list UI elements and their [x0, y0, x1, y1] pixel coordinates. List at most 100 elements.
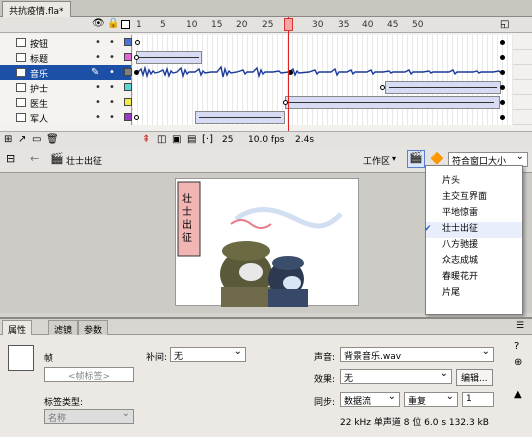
accessibility-icon[interactable]: ⊕	[514, 357, 522, 368]
panel-menu-icon[interactable]: ☰	[516, 321, 524, 331]
keyframe[interactable]	[380, 85, 385, 90]
scene-menu-label: 八方驰援	[442, 240, 479, 250]
visibility-dot[interactable]: •	[95, 97, 101, 108]
scene-menu-label: 春暖花开	[442, 272, 479, 282]
playhead-handle[interactable]	[284, 18, 293, 31]
lock-dot[interactable]: •	[109, 82, 115, 93]
layer-name-cell[interactable]: 按钮 • •	[0, 35, 132, 50]
sound-waveform	[137, 65, 506, 79]
timeline-options-icon[interactable]: ◱	[500, 19, 509, 30]
sound-value: 背景音乐.wav	[344, 352, 402, 362]
visibility-dot[interactable]: •	[95, 52, 101, 63]
layer-row[interactable]: 医生 • •	[0, 95, 532, 110]
keyframe[interactable]	[500, 115, 505, 120]
repeat-count-input[interactable]: 1	[462, 392, 494, 407]
edit-sound-button[interactable]: 编辑...	[456, 369, 493, 386]
visibility-dot[interactable]: •	[95, 112, 101, 123]
add-layer-icon[interactable]: ⊞	[4, 134, 12, 145]
tab-properties[interactable]: 属性	[2, 320, 33, 336]
layer-name-cell[interactable]: 护士 • •	[0, 80, 132, 95]
frames-track[interactable]	[133, 50, 513, 65]
lock-dot[interactable]: •	[109, 112, 115, 123]
keyframe[interactable]	[500, 40, 505, 45]
lock-dot[interactable]: •	[109, 67, 115, 78]
scene-menu-item[interactable]: 八方驰援	[426, 238, 522, 254]
center-frame-icon[interactable]: ⇞	[142, 134, 150, 145]
frames-track[interactable]	[133, 80, 513, 95]
stage-canvas[interactable]: 壮士出征	[175, 178, 359, 307]
keyframe[interactable]	[134, 55, 139, 60]
lock-dot[interactable]: •	[109, 52, 115, 63]
effect-select[interactable]: 无	[340, 368, 452, 384]
layer-row[interactable]: 护士 • •	[0, 80, 532, 95]
lock-dot[interactable]: •	[109, 97, 115, 108]
keyframe[interactable]	[500, 55, 505, 60]
scene-menu-item[interactable]: 片头	[426, 174, 522, 190]
frames-track[interactable]	[133, 95, 513, 110]
collapse-icon[interactable]: ▲	[514, 389, 522, 400]
scene-menu-item[interactable]: 平地惊雷	[426, 206, 522, 222]
layer-row[interactable]: 按钮 • •	[0, 35, 532, 50]
onion-markers-icon[interactable]: [·]	[202, 134, 213, 145]
label-type-select[interactable]: 名称	[44, 408, 134, 424]
layer-icon	[16, 68, 26, 77]
layer-color-swatch[interactable]	[124, 113, 132, 121]
repeat-select[interactable]: 重复	[404, 391, 458, 407]
layer-color-swatch[interactable]	[124, 68, 132, 76]
tab-parameters[interactable]: 参数	[78, 320, 109, 336]
frames-track[interactable]	[133, 110, 513, 125]
delete-layer-icon[interactable]: 🗑	[46, 134, 59, 145]
keyframe[interactable]	[135, 40, 140, 45]
timeline-toggle-icon[interactable]: ⊟	[6, 152, 15, 165]
layer-color-swatch[interactable]	[124, 83, 132, 91]
frames-track[interactable]	[133, 65, 513, 80]
scene-menu-item[interactable]: 主交互界面	[426, 190, 522, 206]
lock-icon[interactable]: 🔒	[107, 18, 119, 29]
keyframe[interactable]	[500, 85, 505, 90]
layer-name-cell[interactable]: 标题 • •	[0, 50, 132, 65]
workspace-dropdown-arrow[interactable]: ▾	[392, 154, 396, 163]
layer-name-cell[interactable]: 军人 • •	[0, 110, 132, 125]
layer-row-selected[interactable]: 音乐 ✎ •	[0, 65, 532, 80]
frame-rate[interactable]: 10.0 fps	[248, 135, 284, 145]
workspace-button[interactable]: 工作区	[363, 154, 390, 167]
visibility-dot[interactable]: •	[95, 37, 101, 48]
onion-skin-icon[interactable]: ◫	[157, 134, 166, 145]
layer-name-cell[interactable]: 医生 • •	[0, 95, 132, 110]
document-tab[interactable]: 共抗疫情.fla*	[2, 1, 71, 17]
help-icon[interactable]: ?	[514, 341, 519, 352]
lock-dot[interactable]: •	[109, 37, 115, 48]
onion-outline-icon[interactable]: ▣	[172, 134, 181, 145]
scene-menu-item[interactable]: 春暖花开	[426, 270, 522, 286]
keyframe[interactable]	[500, 70, 505, 75]
layer-row[interactable]: 军人 • •	[0, 110, 532, 125]
scene-menu-item[interactable]: 众志成城	[426, 254, 522, 270]
add-folder-icon[interactable]: ▭	[32, 134, 41, 145]
scene-menu-item-checked[interactable]: ✔ 壮士出征	[424, 222, 522, 238]
edit-multiple-icon[interactable]: ▤	[187, 134, 196, 145]
eye-icon[interactable]: 👁	[92, 18, 105, 29]
edit-symbols-icon[interactable]: 🔶	[430, 152, 444, 165]
tab-label: 参数	[84, 326, 103, 336]
layer-color-swatch[interactable]	[124, 53, 132, 61]
outline-icon[interactable]	[121, 20, 130, 29]
tab-filters[interactable]: 滤镜	[48, 320, 79, 336]
keyframe[interactable]	[500, 100, 505, 105]
sound-select[interactable]: 背景音乐.wav	[340, 346, 494, 362]
keyframe[interactable]	[134, 115, 139, 120]
playhead-line[interactable]	[288, 17, 289, 142]
visibility-dot[interactable]: •	[95, 82, 101, 93]
tween-select[interactable]: 无	[170, 346, 246, 362]
layer-name-cell[interactable]: 音乐 ✎ •	[0, 65, 132, 80]
add-guide-icon[interactable]: ↗	[18, 134, 26, 145]
keyframe[interactable]	[134, 70, 139, 75]
layer-color-swatch[interactable]	[124, 38, 132, 46]
frame-label-input[interactable]: <帧标签>	[44, 367, 134, 382]
sync-select[interactable]: 数据流	[340, 391, 400, 407]
layer-color-swatch[interactable]	[124, 98, 132, 106]
edit-scene-icon[interactable]: 🎬	[407, 150, 425, 168]
frames-track[interactable]	[133, 35, 513, 50]
layer-row[interactable]: 标题 • •	[0, 50, 532, 65]
back-arrow-icon[interactable]: ←	[30, 152, 39, 165]
scene-menu-item[interactable]: 片尾	[426, 286, 522, 302]
